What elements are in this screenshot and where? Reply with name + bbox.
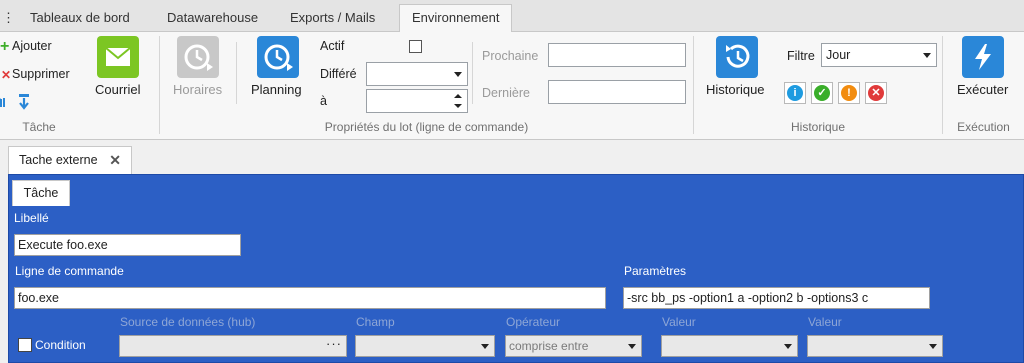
condition-checkbox[interactable] — [18, 338, 32, 352]
check-icon: ✓ — [814, 85, 830, 101]
differe-select[interactable] — [366, 62, 468, 86]
add-icon[interactable]: + — [0, 39, 9, 56]
executer-button[interactable]: Exécuter — [957, 82, 1008, 97]
delete-icon[interactable]: ✕ — [1, 68, 11, 82]
task-form-panel: Tâche Libellé Execute foo.exe Ligne de c… — [8, 174, 1024, 363]
chevron-down-icon — [923, 53, 931, 58]
tab-environnement[interactable]: Environnement — [399, 4, 513, 33]
error-icon: ✕ — [868, 85, 884, 101]
group-label-lot: Propriétés du lot (ligne de commande) — [324, 120, 529, 134]
operateur-label: Opérateur — [506, 315, 561, 329]
prochaine-label: Prochaine — [482, 49, 539, 63]
differe-label: Différé — [320, 67, 357, 81]
historique-button[interactable]: Historique — [706, 82, 765, 97]
valeur-label-1: Valeur — [662, 315, 696, 329]
champ-select — [355, 335, 495, 357]
spin-up-icon[interactable] — [454, 94, 462, 98]
tab-tableaux-de-bord[interactable]: Tableaux de bord — [18, 6, 142, 32]
operateur-value: comprise entre — [509, 339, 589, 353]
chevron-down-icon — [628, 344, 636, 349]
filter-warning-toggle[interactable]: ! — [838, 82, 860, 104]
chevron-down-icon — [929, 344, 937, 349]
ligne-de-commande-input[interactable]: foo.exe — [14, 287, 606, 309]
filter-error-toggle[interactable]: ✕ — [865, 82, 887, 104]
clock-disabled-icon — [177, 36, 219, 78]
group-label-tache: Tâche — [22, 120, 56, 134]
main-tab-bar: ⋮ Tableaux de bord Datawarehouse Exports… — [0, 0, 1024, 33]
actif-checkbox[interactable] — [409, 40, 422, 53]
add-button[interactable]: Ajouter — [12, 39, 52, 53]
spin-down-icon[interactable] — [454, 104, 462, 108]
valeur-label-2: Valeur — [808, 315, 842, 329]
ribbon-separator — [236, 42, 237, 104]
libelle-input[interactable]: Execute foo.exe — [14, 234, 241, 256]
group-label-execution: Exécution — [957, 120, 1010, 134]
tab-datawarehouse[interactable]: Datawarehouse — [155, 6, 270, 32]
group-label-historique: Historique — [790, 120, 846, 134]
planning-clock-icon[interactable] — [257, 36, 299, 78]
chevron-down-icon — [784, 344, 792, 349]
parametres-input[interactable]: -src bb_ps -option1 a -option2 b -option… — [623, 287, 930, 309]
a-label: à — [320, 94, 327, 108]
planning-button[interactable]: Planning — [251, 82, 302, 97]
lightning-icon[interactable] — [962, 36, 1004, 78]
chevron-down-icon — [454, 72, 462, 77]
source-select: ··· — [119, 335, 347, 357]
warning-icon: ! — [841, 85, 857, 101]
info-icon: i — [787, 85, 803, 101]
document-tab-tache-externe[interactable]: Tache externe ✕ — [8, 146, 132, 175]
tab-exports-mails[interactable]: Exports / Mails — [278, 6, 387, 32]
parametres-label: Paramètres — [624, 264, 687, 278]
horaires-button: Horaires — [173, 82, 223, 97]
ribbon: + Ajouter ✕ Supprimer Courriel Tâche Hor… — [0, 32, 1024, 140]
delete-button[interactable]: Supprimer — [12, 67, 70, 81]
filtre-select[interactable]: Jour — [821, 43, 937, 67]
ligne-de-commande-label: Ligne de commande — [15, 264, 124, 278]
chevron-down-icon — [481, 344, 489, 349]
filter-success-toggle[interactable]: ✓ — [811, 82, 833, 104]
filter-info-toggle[interactable]: i — [784, 82, 806, 104]
filtre-value: Jour — [826, 48, 851, 62]
actif-label: Actif — [320, 39, 345, 53]
history-icon[interactable] — [716, 36, 758, 78]
document-tab-bar: Tache externe ✕ — [0, 141, 1024, 175]
source-label: Source de données (hub) — [120, 315, 256, 329]
valeur-select-2 — [807, 335, 943, 357]
browse-dots-icon: ··· — [326, 336, 342, 351]
filtre-label: Filtre — [787, 49, 815, 63]
document-tab-title: Tache externe — [19, 153, 98, 167]
libelle-label: Libellé — [14, 211, 49, 225]
valeur-select-1 — [661, 335, 798, 357]
move-down-icon[interactable] — [17, 94, 31, 110]
operateur-select: comprise entre — [505, 335, 642, 357]
champ-label: Champ — [356, 315, 395, 329]
derniere-label: Dernière — [482, 86, 530, 100]
prochaine-field — [548, 43, 686, 67]
derniere-field — [548, 80, 686, 104]
ribbon-separator — [472, 42, 473, 104]
move-up-icon[interactable] — [0, 94, 10, 108]
courriel-button[interactable]: Courriel — [95, 82, 141, 97]
a-time-spinner[interactable] — [366, 89, 468, 113]
subtab-tache[interactable]: Tâche — [12, 180, 70, 206]
mail-icon[interactable] — [97, 36, 139, 78]
close-icon[interactable]: ✕ — [109, 147, 121, 173]
condition-label: Condition — [35, 338, 86, 352]
